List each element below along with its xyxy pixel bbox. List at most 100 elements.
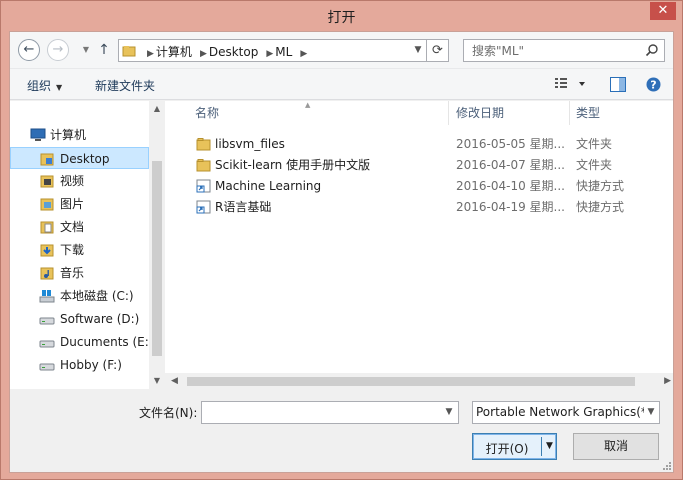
- nav-item-downloads[interactable]: 下载: [10, 239, 149, 261]
- nav-item-drive-f[interactable]: Hobby (F:): [10, 354, 149, 376]
- open-options-dropdown-icon[interactable]: ▼: [542, 434, 557, 459]
- open-split-button[interactable]: 打开(O) ▼: [472, 433, 557, 460]
- cancel-button[interactable]: 取消: [573, 433, 659, 460]
- downloads-folder-icon: [40, 244, 54, 257]
- filename-dropdown-icon[interactable]: ▼: [440, 402, 458, 423]
- nav-item-label: 音乐: [60, 266, 85, 280]
- scroll-left-arrow-icon[interactable]: ◀: [171, 373, 178, 390]
- help-icon[interactable]: ?: [646, 77, 661, 92]
- nav-item-label: Desktop: [60, 152, 110, 166]
- nav-item-label: Software (D:): [60, 312, 140, 326]
- new-folder-button[interactable]: 新建文件夹: [95, 77, 155, 94]
- nav-item-label: 视频: [60, 174, 85, 188]
- folder-icon: [196, 159, 211, 172]
- documents-folder-icon: [40, 221, 54, 234]
- computer-icon: [30, 128, 46, 141]
- nav-item-computer[interactable]: 计算机: [10, 124, 149, 146]
- breadcrumb-separator-icon[interactable]: ▶: [266, 49, 273, 59]
- drive-icon: [39, 317, 55, 325]
- recent-locations-dropdown[interactable]: ▼: [80, 40, 92, 60]
- file-name: Scikit-learn 使用手册中文版: [215, 158, 371, 172]
- nav-pane-scrollbar[interactable]: ▲ ▼: [149, 101, 165, 389]
- open-button-label[interactable]: 打开(O): [473, 440, 541, 457]
- search-input[interactable]: [464, 40, 642, 61]
- file-date: 2016-04-07 星期...: [456, 158, 565, 172]
- nav-item-drive-d[interactable]: Software (D:): [10, 308, 149, 330]
- filename-combobox[interactable]: ▼: [201, 401, 459, 424]
- nav-scroll-thumb[interactable]: [152, 161, 162, 356]
- search-icon[interactable]: [645, 43, 659, 57]
- folder-desktop-icon: [40, 153, 54, 166]
- file-date: 2016-04-10 星期...: [456, 179, 565, 193]
- filetype-dropdown-icon[interactable]: ▼: [643, 402, 659, 423]
- nav-item-label: Ducuments (E:): [60, 335, 154, 349]
- scroll-right-arrow-icon[interactable]: ▶: [664, 373, 671, 390]
- file-list-horizontal-scrollbar[interactable]: ◀ ▶: [165, 373, 673, 390]
- address-bar[interactable]: ▶ 计算机 ▶ Desktop ▶ ML ▶ ▼: [118, 39, 427, 62]
- filetype-select[interactable]: Portable Network Graphics(*.png) ▼: [472, 401, 660, 424]
- file-list[interactable]: 名称 ▲ 修改日期 类型 libsvm_files 2016-05-05 星期.…: [165, 101, 673, 389]
- title-bar[interactable]: 打开 ✕: [1, 1, 682, 31]
- breadcrumb-computer[interactable]: 计算机: [156, 45, 192, 59]
- nav-item-label: 计算机: [50, 128, 87, 142]
- dialog-footer: 文件名(N): ▼ Portable Network Graphics(*.pn…: [10, 390, 673, 472]
- filename-label: 文件名(N):: [139, 406, 198, 420]
- column-divider[interactable]: [569, 101, 570, 125]
- organize-label: 组织: [27, 79, 52, 93]
- nav-item-drive-c[interactable]: 本地磁盘 (C:): [10, 285, 149, 307]
- up-button[interactable]: ↑: [96, 40, 112, 60]
- file-row[interactable]: R语言基础 2016-04-19 星期... 快捷方式: [165, 197, 673, 218]
- breadcrumb-ml[interactable]: ML: [275, 45, 292, 59]
- file-date: 2016-04-19 星期...: [456, 200, 565, 214]
- nav-item-drive-e[interactable]: Ducuments (E:): [10, 331, 154, 353]
- file-name: R语言基础: [215, 200, 272, 214]
- sort-ascending-icon: ▲: [305, 101, 311, 109]
- file-type: 快捷方式: [576, 179, 625, 193]
- nav-item-desktop[interactable]: Desktop: [10, 147, 149, 169]
- scroll-down-arrow-icon[interactable]: ▼: [149, 373, 165, 389]
- dialog-client-area: ← → ▼ ↑ ▶ 计算机 ▶ Desktop ▶ ML ▶ ▼ ⟳ 搜索"ML…: [9, 31, 674, 473]
- shortcut-icon: [196, 200, 211, 214]
- back-button[interactable]: ←: [18, 39, 40, 61]
- breadcrumb-separator-icon[interactable]: ▶: [200, 49, 207, 59]
- nav-item-music[interactable]: 音乐: [10, 262, 149, 284]
- preview-pane-icon[interactable]: [610, 77, 626, 92]
- nav-item-pictures[interactable]: 图片: [10, 193, 149, 215]
- command-bar: 组织 ▼ 新建文件夹 ?: [10, 68, 673, 100]
- file-row[interactable]: Scikit-learn 使用手册中文版 2016-04-07 星期... 文件…: [165, 155, 673, 176]
- scroll-up-arrow-icon[interactable]: ▲: [149, 101, 165, 117]
- close-button[interactable]: ✕: [650, 2, 676, 20]
- nav-item-documents[interactable]: 文档: [10, 216, 149, 238]
- column-header-name[interactable]: 名称: [195, 101, 219, 125]
- horizontal-scroll-thumb[interactable]: [187, 377, 635, 386]
- address-dropdown[interactable]: ▼: [410, 40, 426, 61]
- videos-folder-icon: [40, 175, 54, 188]
- column-header-type[interactable]: 类型: [576, 101, 600, 125]
- navigation-pane[interactable]: 计算机 Desktop 视频 图片 文档 下载 音乐 本地磁盘 (C:) Sof…: [10, 101, 165, 389]
- address-row: ← → ▼ ↑ ▶ 计算机 ▶ Desktop ▶ ML ▶ ▼ ⟳: [10, 32, 673, 68]
- column-divider[interactable]: [448, 101, 449, 125]
- file-row[interactable]: Machine Learning 2016-04-10 星期... 快捷方式: [165, 176, 673, 197]
- forward-button[interactable]: →: [47, 39, 69, 61]
- organize-button[interactable]: 组织 ▼: [27, 77, 62, 94]
- breadcrumb-separator-icon[interactable]: ▶: [300, 49, 307, 59]
- search-box[interactable]: [463, 39, 665, 62]
- pictures-folder-icon: [40, 198, 54, 211]
- dialog-title: 打开: [327, 10, 356, 26]
- resize-grip-icon[interactable]: [661, 460, 671, 470]
- file-row[interactable]: libsvm_files 2016-05-05 星期... 文件夹: [165, 134, 673, 155]
- file-name: Machine Learning: [215, 179, 322, 193]
- file-date: 2016-05-05 星期...: [456, 137, 565, 151]
- filename-input[interactable]: [202, 402, 440, 423]
- view-options-icon[interactable]: [555, 77, 587, 91]
- folder-icon: [196, 138, 211, 151]
- breadcrumb-desktop[interactable]: Desktop: [209, 45, 259, 59]
- file-type: 文件夹: [576, 137, 613, 151]
- filetype-selected-value: Portable Network Graphics(*.png): [476, 405, 644, 419]
- shortcut-icon: [196, 179, 211, 193]
- refresh-button[interactable]: ⟳: [427, 39, 449, 62]
- file-type: 快捷方式: [576, 200, 625, 214]
- nav-item-videos[interactable]: 视频: [10, 170, 149, 192]
- svg-text:?: ?: [650, 79, 656, 92]
- column-header-date[interactable]: 修改日期: [456, 101, 504, 125]
